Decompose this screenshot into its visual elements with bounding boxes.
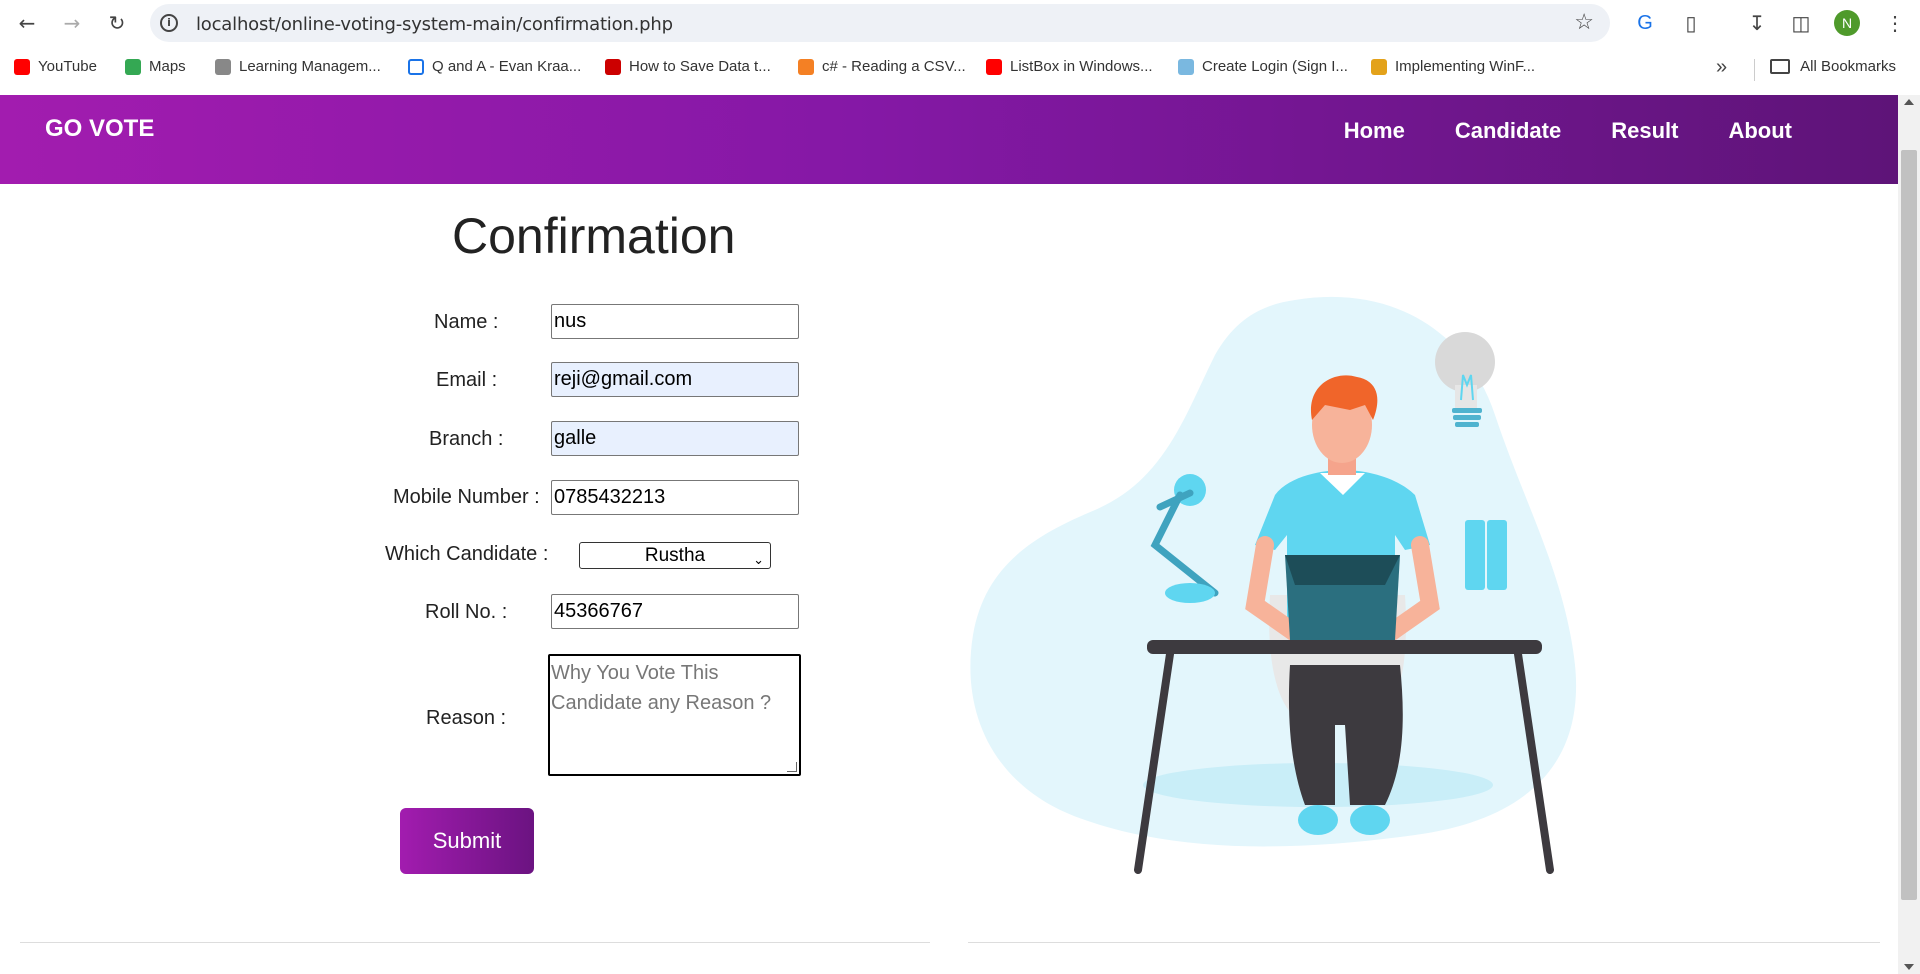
- translate-icon[interactable]: G: [1630, 8, 1660, 38]
- bookmark-create-login[interactable]: Create Login (Sign I...: [1178, 58, 1348, 75]
- page-icon: [1178, 58, 1194, 75]
- lightbulb-base: [1452, 408, 1482, 413]
- scrollbar-thumb[interactable]: [1901, 150, 1917, 900]
- name-label: Name :: [434, 311, 499, 333]
- stackoverflow-icon: [798, 58, 814, 75]
- chevron-down-icon: ⌄: [753, 552, 764, 567]
- reason-placeholder: Why You Vote This Candidate any Reason ?: [551, 662, 772, 714]
- page-viewport: GO VOTE Home Candidate Result About Conf…: [0, 95, 1898, 974]
- page-scrollbar[interactable]: [1898, 95, 1920, 974]
- forward-arrow-icon[interactable]: →: [58, 9, 86, 37]
- branch-field[interactable]: [551, 421, 799, 456]
- laptop-screen-shade: [1285, 555, 1400, 585]
- bookmark-maps[interactable]: Maps: [125, 58, 186, 75]
- bookmark-youtube[interactable]: YouTube: [14, 58, 97, 75]
- page-icon: [1371, 58, 1387, 75]
- bookmarks-bar: YouTube Maps Learning Managem... Q and A…: [0, 54, 1920, 84]
- roll-number-label: Roll No. :: [425, 601, 508, 623]
- roll-number-field[interactable]: [551, 594, 799, 629]
- desk-top: [1147, 640, 1542, 654]
- reason-textarea[interactable]: Why You Vote This Candidate any Reason ?: [548, 654, 801, 776]
- page-icon: [605, 58, 621, 75]
- submit-button[interactable]: Submit: [400, 808, 534, 874]
- youtube-icon: [14, 58, 30, 75]
- maps-icon: [125, 58, 141, 75]
- back-arrow-icon[interactable]: ←: [13, 9, 41, 37]
- bookmark-label: How to Save Data t...: [629, 58, 771, 75]
- url-text[interactable]: localhost/online-voting-system-main/conf…: [196, 14, 673, 35]
- name-field[interactable]: [551, 304, 799, 339]
- scroll-down-arrow-icon[interactable]: [1904, 964, 1914, 970]
- book-icon: [1465, 520, 1485, 590]
- mobile-number-field[interactable]: [551, 480, 799, 515]
- bookmark-star-icon[interactable]: ☆: [1574, 9, 1594, 35]
- extensions-icon[interactable]: ▯: [1676, 8, 1706, 38]
- bookmark-label: Maps: [149, 58, 186, 75]
- folder-icon: [1770, 59, 1791, 74]
- chevron-double-right-icon[interactable]: »: [1716, 56, 1727, 79]
- bookmark-label: Create Login (Sign I...: [1202, 58, 1348, 75]
- page-icon: [408, 58, 424, 75]
- nav-about[interactable]: About: [1728, 118, 1792, 144]
- lightbulb-base: [1455, 422, 1479, 427]
- divider: [20, 942, 930, 943]
- download-icon[interactable]: ↧: [1742, 8, 1772, 38]
- book-icon: [1487, 520, 1507, 590]
- menu-kebab-icon[interactable]: ⋮: [1880, 8, 1910, 38]
- left-shoe: [1298, 805, 1338, 835]
- side-panel-icon[interactable]: ◫: [1786, 8, 1816, 38]
- branch-label: Branch :: [429, 428, 504, 450]
- nav-result[interactable]: Result: [1611, 118, 1678, 144]
- bookmark-label: Learning Managem...: [239, 58, 381, 75]
- brand-logo[interactable]: GO VOTE: [45, 115, 154, 143]
- divider: [1754, 59, 1755, 81]
- all-bookmarks-label: All Bookmarks: [1800, 58, 1896, 75]
- email-label: Email :: [436, 369, 498, 391]
- lamp-base: [1165, 583, 1215, 603]
- bookmark-label: Implementing WinF...: [1395, 58, 1536, 75]
- nav-candidate[interactable]: Candidate: [1455, 118, 1561, 144]
- reason-label: Reason :: [426, 707, 507, 729]
- bookmark-implementing-winf[interactable]: Implementing WinF...: [1371, 58, 1535, 75]
- address-bar[interactable]: i localhost/online-voting-system-main/co…: [150, 4, 1610, 42]
- site-info-icon[interactable]: i: [160, 14, 178, 32]
- lightbulb-icon: [1435, 332, 1495, 392]
- scroll-up-arrow-icon[interactable]: [1904, 99, 1914, 105]
- bookmark-label: Q and A - Evan Kraa...: [432, 58, 582, 75]
- reload-icon[interactable]: ↻: [103, 9, 131, 37]
- profile-avatar[interactable]: N: [1834, 10, 1860, 36]
- candidate-label: Which Candidate :: [385, 543, 549, 565]
- lightbulb-base: [1453, 415, 1481, 420]
- bookmark-save-data[interactable]: How to Save Data t...: [605, 58, 771, 75]
- browser-toolbar: ← → ↻ i localhost/online-voting-system-m…: [0, 0, 1920, 46]
- divider: [968, 942, 1880, 943]
- site-header: GO VOTE Home Candidate Result About: [0, 95, 1898, 184]
- bookmark-q-and-a[interactable]: Q and A - Evan Kraa...: [408, 58, 581, 75]
- email-field[interactable]: [551, 362, 799, 397]
- bookmark-learning-management[interactable]: Learning Managem...: [215, 58, 381, 75]
- person-at-desk-illustration: [970, 296, 1577, 874]
- nav-home[interactable]: Home: [1344, 118, 1405, 144]
- page-icon: [215, 58, 231, 75]
- bookmark-label: ListBox in Windows...: [1010, 58, 1153, 75]
- bookmark-label: YouTube: [38, 58, 97, 75]
- bookmark-label: c# - Reading a CSV...: [822, 58, 966, 75]
- main-nav: Home Candidate Result About: [1344, 118, 1792, 144]
- bookmark-csv[interactable]: c# - Reading a CSV...: [798, 58, 966, 75]
- youtube-icon: [986, 58, 1002, 75]
- all-bookmarks-button[interactable]: All Bookmarks: [1770, 58, 1896, 75]
- candidate-select[interactable]: Rustha ⌄: [579, 542, 771, 569]
- page-title: Confirmation: [452, 208, 736, 264]
- mobile-number-label: Mobile Number :: [393, 486, 540, 508]
- bookmark-listbox[interactable]: ListBox in Windows...: [986, 58, 1153, 75]
- resize-handle-icon[interactable]: [787, 762, 797, 772]
- candidate-selected-value: Rustha: [644, 545, 706, 566]
- right-shoe: [1350, 805, 1390, 835]
